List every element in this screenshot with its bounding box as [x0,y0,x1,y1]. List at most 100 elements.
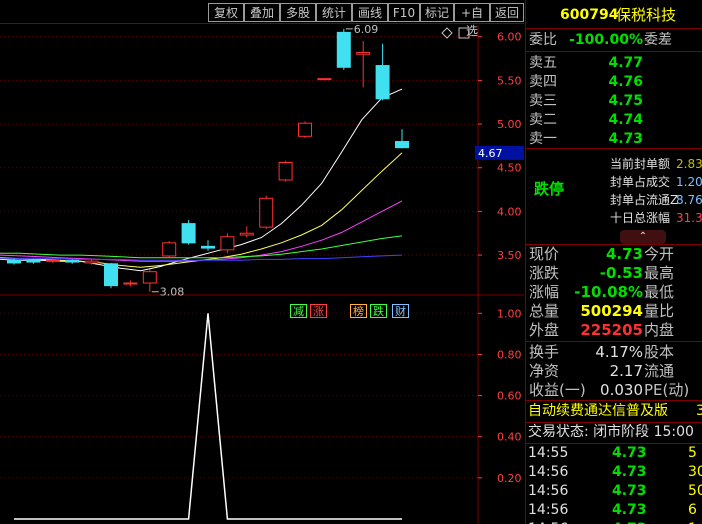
event-tag[interactable]: 涨 [310,304,327,318]
quote-row: 涨跌 -0.53 最高 [526,264,702,283]
restore-rights-button[interactable]: 复权 [208,3,244,22]
quote-label-2: 最高 [644,264,675,282]
statistics-button[interactable]: 统计 [316,3,352,22]
candle-body-up [220,236,235,251]
back-button[interactable]: 返回 [490,3,524,22]
ask-row: 卖一 4.73 [526,130,702,149]
candle-body-down [7,259,21,264]
candle-body-up [356,51,371,55]
tick-price: 4.73 [612,483,647,499]
price-tick-label: 4.00 [497,205,522,218]
indicator-tick-label: 0.20 [497,472,522,485]
chart-toolbar: 复权 叠加 多股 统计 画线 F10 标记 +自选 返回 [0,0,524,38]
quote-label-2: 内盘 [644,321,675,339]
stats-label: 净资 [529,362,560,380]
candle-body-up [123,282,138,285]
candle-body-down [201,245,215,249]
quote-value: -10.08% [574,283,643,301]
tick-volume: 1 [688,520,697,524]
ma-line-0 [0,88,403,272]
candle-body-up [142,271,157,284]
trade-status: 交易状态: 闭市阶段 15:00 [528,424,694,440]
candle-body-up [239,232,254,236]
event-tag[interactable]: 跌 [370,304,387,318]
tick-time: 14:56 [528,502,569,518]
seal-label: 封单占流通Z [610,193,679,207]
overlay-button[interactable]: 叠加 [244,3,280,22]
price-tick-label: 5.50 [497,74,522,87]
kline-chart[interactable]: 6.00 5.50 5.00 4.50 4.00 3.50 1.00 0.80 0.60 0.40… [0,25,524,524]
tick-price: 4.73 [612,520,647,524]
tick-volume: 50 [688,483,702,499]
weibi-row: 委比 -100.00% 委差 [529,32,672,48]
seal-label: 当前封单额 [610,157,671,171]
price-tick-label: 6.00 [497,31,522,44]
ask-price: 4.76 [608,74,643,90]
diamond-icon[interactable] [441,27,453,39]
stock-header: 600794 保税科技 [526,4,702,26]
stock-code: 600794 [560,7,619,23]
stats-label-2: 股本 [644,343,675,361]
event-tag[interactable]: 财 [392,304,409,318]
stats-row: 收益(一) 0.030 PE(动) [526,381,702,400]
indicator-tick-label: 0.60 [497,390,522,403]
chevron-up-icon[interactable]: ⌃ [620,230,666,244]
high-price-label: 6.09 [354,25,379,36]
kline-chart-area[interactable]: 6.00 5.50 5.00 4.50 4.00 3.50 1.00 0.80 0.60 0.40… [0,25,524,524]
ask-label: 卖三 [529,93,557,109]
seal-value: 31.39 [676,211,702,225]
stats-label-2: 流通 [644,362,675,380]
tick-price: 4.73 [612,464,647,480]
tick-volume: 5 [688,445,697,461]
seal-value: 2.83亿 [676,157,702,171]
ask-price: 4.73 [608,131,643,147]
stats-value: 4.17% [595,343,643,361]
tick-row: 14:56 4.73 50 [526,482,702,501]
tick-row: 14:56 4.73 30 [526,463,702,482]
quote-value: -0.53 [599,264,643,282]
ask-row: 卖五 4.77 [526,54,702,73]
stats-label-2: PE(动) [644,381,690,399]
quote-label: 总量 [529,302,560,320]
ad-marquee[interactable]: 自动续费通达信普及版 3 [526,402,702,421]
candle-body-up [298,122,312,137]
mark-button[interactable]: 标记 [420,3,454,22]
quote-value: 225205 [580,321,643,339]
ask-row: 卖三 4.75 [526,92,702,111]
price-tick-label: 3.50 [497,249,522,262]
ask-row: 卖四 4.76 [526,73,702,92]
quote-panel: 600794 保税科技 委比 -100.00% 委差 卖五 4.77 卖四 4.76 卖… [525,0,702,524]
multi-stock-button[interactable]: 多股 [280,3,316,22]
current-price-label: 4.67 [478,147,503,160]
event-tag[interactable]: 榜 [350,304,367,318]
ask-price: 4.74 [608,112,643,128]
f10-button[interactable]: F10 [388,3,420,22]
ask-price: 4.77 [608,55,643,71]
candle-body-down [375,65,390,100]
event-tag[interactable]: 减 [290,304,307,318]
add-watchlist-button[interactable]: +自选 [454,3,490,38]
ask-label: 卖二 [529,112,557,128]
tick-volume: 6 [688,502,697,518]
seal-row: 封单占流通Z 8.76 [526,192,702,209]
draw-line-button[interactable]: 画线 [352,3,388,22]
quote-value: 4.73 [605,245,643,263]
seal-row: 当前封单额 2.83亿 [526,156,702,173]
candle-body-up [278,161,293,181]
quote-value: 500294 [580,302,643,320]
price-tick-label: 5.00 [497,118,522,131]
quote-row: 现价 4.73 今开 [526,245,702,264]
seal-label: 封单占成交 [610,175,671,189]
candle-body-up [259,197,274,228]
stock-name: 保税科技 [616,6,677,24]
tick-volume: 30 [688,464,702,480]
quote-label-2: 今开 [644,245,675,263]
indicator-tick-label: 1.00 [497,307,522,320]
tick-time: 14:56 [528,520,568,524]
stats-value: 0.030 [600,381,643,399]
ask-label: 卖五 [529,55,557,71]
ask-price: 4.75 [608,93,643,109]
candle-body-down [336,31,351,68]
ask-label: 卖四 [529,74,557,90]
tick-row: 14:56 4.73 6 [526,501,702,520]
